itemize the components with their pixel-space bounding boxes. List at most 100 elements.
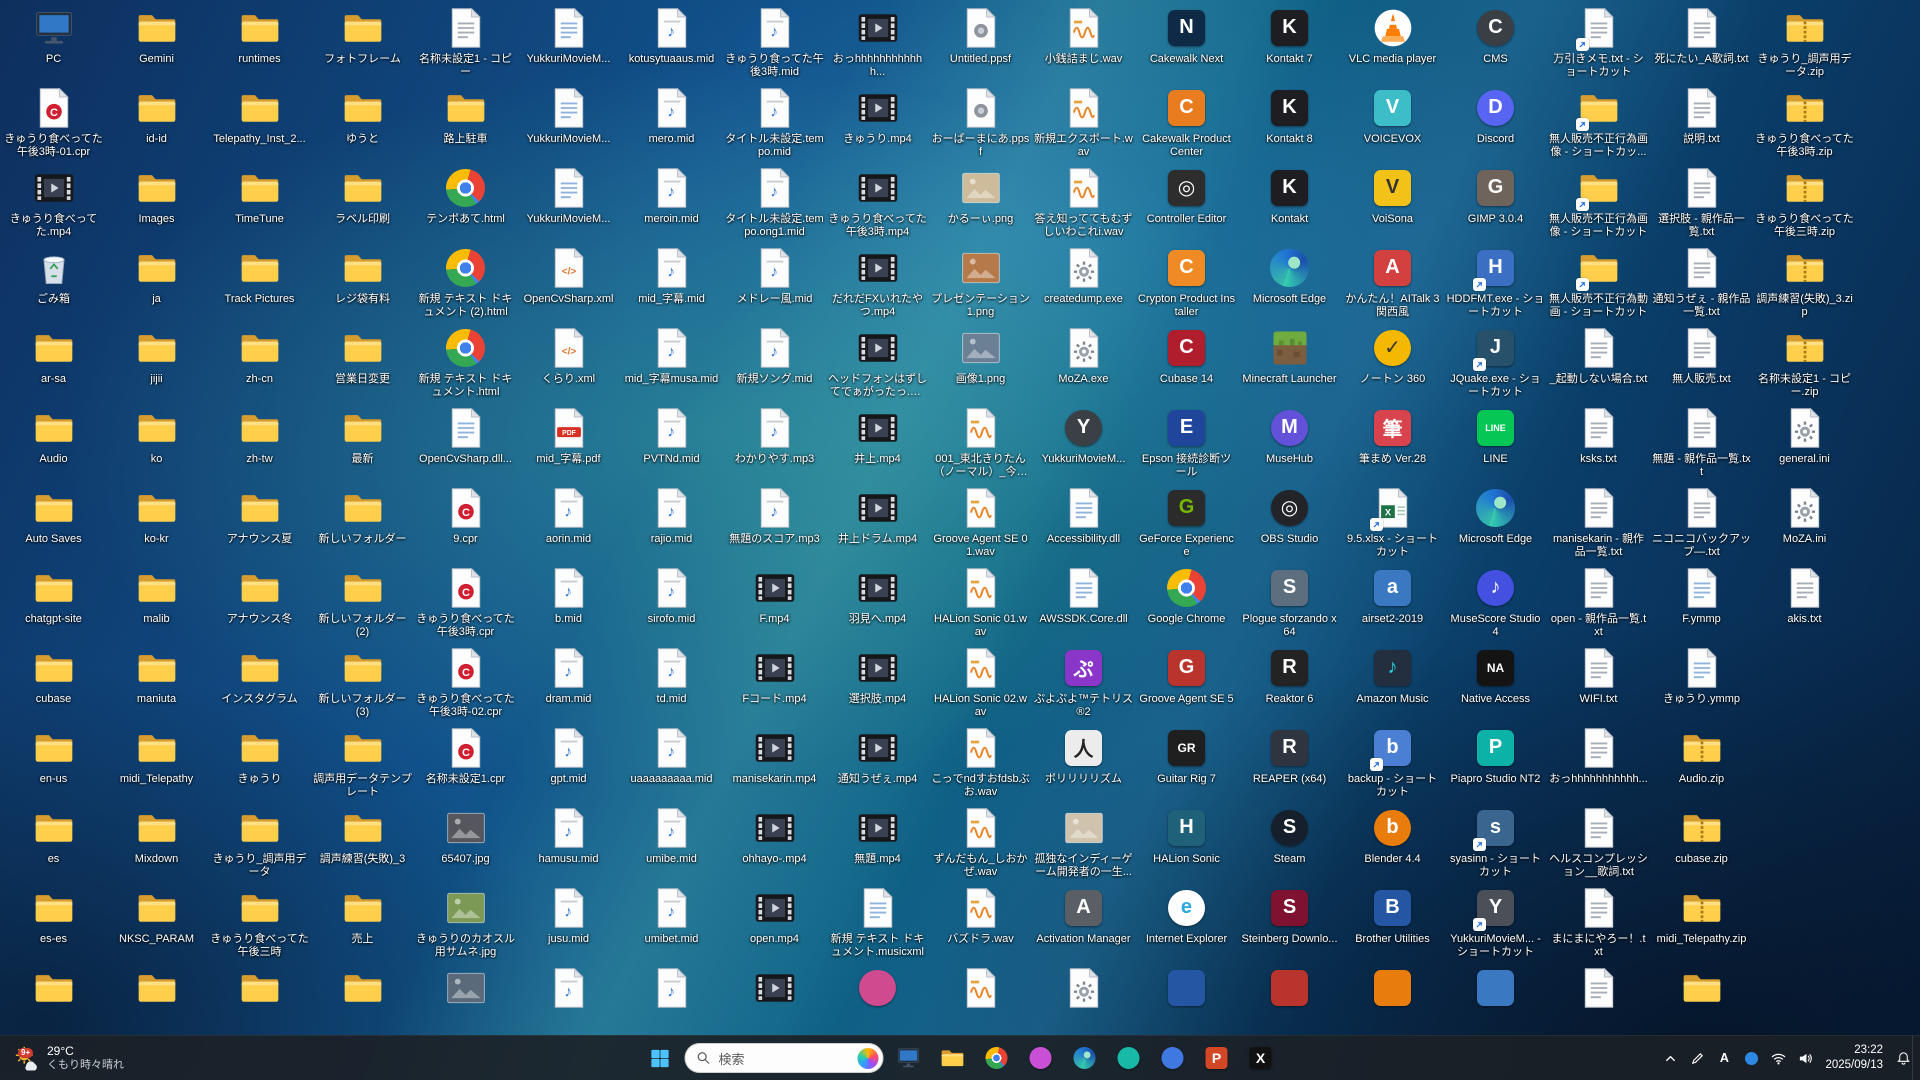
desktop-icon[interactable]: C きゅうり食べってた午後3時-02.cpr (414, 644, 517, 724)
desktop-icon[interactable] (826, 964, 929, 1041)
desktop-icon[interactable]: 路上駐車 (414, 84, 517, 164)
desktop-icon[interactable]: b Blender 4.4 (1341, 804, 1444, 884)
desktop-icon[interactable]: 名称未設定1 - コピー.zip (1753, 324, 1856, 404)
desktop-icon[interactable] (2, 964, 105, 1041)
desktop-icon[interactable]: ♪ 無題のスコア.mp3 (723, 484, 826, 564)
desktop-icon[interactable]: zh-tw (208, 404, 311, 484)
taskbar-app-x-app[interactable]: X (1242, 1039, 1280, 1077)
desktop-icon[interactable]: ♪ タイトル未設定.tempo.mid (723, 84, 826, 164)
desktop-icon[interactable]: きゅうり_調声用データ.zip (1753, 4, 1856, 84)
desktop-icon[interactable]: Google Chrome (1135, 564, 1238, 644)
desktop-icon[interactable]: AWSSDK.Core.dll (1032, 564, 1135, 644)
desktop-icon[interactable]: X 9.5.xlsx - ショートカット (1341, 484, 1444, 564)
desktop-icon[interactable]: Microsoft Edge (1444, 484, 1547, 564)
desktop-icon[interactable] (1238, 964, 1341, 1041)
show-desktop-button[interactable] (1912, 1036, 1916, 1080)
desktop-icon[interactable]: 通知うぜぇ - 親作品一覧.txt (1650, 244, 1753, 324)
desktop-icon[interactable]: ◎ Controller Editor (1135, 164, 1238, 244)
desktop-icon[interactable]: ずんだもん_しおかぜ.wav (929, 804, 1032, 884)
desktop-icon[interactable]: 新規エクスポート.wav (1032, 84, 1135, 164)
taskbar-app-pink-app[interactable] (1022, 1039, 1060, 1077)
desktop-icon[interactable]: MoZA.ini (1753, 484, 1856, 564)
desktop-icon[interactable]: s syasinn - ショートカット (1444, 804, 1547, 884)
desktop-icon[interactable]: PC (2, 4, 105, 84)
desktop-icon[interactable]: ohhayo-.mp4 (723, 804, 826, 884)
desktop-icon[interactable]: 万引きメモ.txt - ショートカット (1547, 4, 1650, 84)
desktop-icon[interactable]: ♪ Amazon Music (1341, 644, 1444, 724)
desktop-icon[interactable]: ♪ PVTNd.mid (620, 404, 723, 484)
desktop-icon[interactable]: インスタグラム (208, 644, 311, 724)
desktop-icon[interactable]: malib (105, 564, 208, 644)
desktop-icon[interactable]: 調声用データテンプレート (311, 724, 414, 804)
desktop-icon[interactable]: NKSC_PARAM (105, 884, 208, 964)
desktop-icon[interactable]: ♪ メドレー風.mid (723, 244, 826, 324)
desktop-icon[interactable]: akis.txt (1753, 564, 1856, 644)
desktop-icon[interactable]: ♪ umibe.mid (620, 804, 723, 884)
desktop-icon[interactable]: YukkuriMovieM... (517, 4, 620, 84)
desktop-icon[interactable]: 新しいフォルダー (2) (311, 564, 414, 644)
desktop-icon[interactable]: id-id (105, 84, 208, 164)
search-box[interactable]: 検索 (684, 1043, 884, 1073)
desktop-icon[interactable]: 新規 テキスト ドキュメント (2).html (414, 244, 517, 324)
desktop-icon[interactable]: ♪ mero.mid (620, 84, 723, 164)
desktop-icon[interactable]: manisekarin.mp4 (723, 724, 826, 804)
start-button[interactable] (641, 1039, 679, 1077)
desktop-icon[interactable]: NA Native Access (1444, 644, 1547, 724)
desktop-icon[interactable]: ◎ OBS Studio (1238, 484, 1341, 564)
desktop-icon[interactable]: es (2, 804, 105, 884)
desktop-icon[interactable]: Untitled.ppsf (929, 4, 1032, 84)
desktop-icon[interactable]: こっでndすおfdsbぶお.wav (929, 724, 1032, 804)
desktop-icon[interactable]: きゅうり_調声用データ (208, 804, 311, 884)
desktop-icon[interactable]: きゅうり食べってた午後3時.zip (1753, 84, 1856, 164)
desktop-icon[interactable]: midi_Telepathy (105, 724, 208, 804)
desktop-icon[interactable]: open.mp4 (723, 884, 826, 964)
desktop-icon[interactable]: createdump.exe (1032, 244, 1135, 324)
desktop-icon[interactable]: ♪ dram.mid (517, 644, 620, 724)
desktop-icon[interactable]: まにまにやろー！.txt (1547, 884, 1650, 964)
desktop-icon[interactable]: アナウンス冬 (208, 564, 311, 644)
taskbar-app-blue-app[interactable] (1154, 1039, 1192, 1077)
desktop-icon[interactable]: 死にたい_A歌詞.txt (1650, 4, 1753, 84)
desktop-icon[interactable]: K Kontakt 8 (1238, 84, 1341, 164)
messenger-icon[interactable] (1738, 1041, 1764, 1075)
desktop-icon[interactable]: V VoiSona (1341, 164, 1444, 244)
desktop-icon[interactable]: 調声練習(失敗)_3 (311, 804, 414, 884)
desktop-icon[interactable]: ♪ mid_字幕musa.mid (620, 324, 723, 404)
desktop-icon[interactable]: P Piapro Studio NT2 (1444, 724, 1547, 804)
desktop-icon[interactable]: HALion Sonic 01.wav (929, 564, 1032, 644)
desktop-icon[interactable]: 営業日変更 (311, 324, 414, 404)
desktop-icon[interactable]: Y YukkuriMovieM... - ショートカット (1444, 884, 1547, 964)
desktop-icon[interactable]: VLC media player (1341, 4, 1444, 84)
desktop-icon[interactable]: Gemini (105, 4, 208, 84)
desktop-icon[interactable]: es-es (2, 884, 105, 964)
desktop-icon[interactable]: ko (105, 404, 208, 484)
desktop-icon[interactable]: 孤独なインディーゲーム開発者の一生... (1032, 804, 1135, 884)
desktop-icon[interactable]: 新規 テキスト ドキュメント.html (414, 324, 517, 404)
desktop-icon[interactable]: 無人販売不正行為画像 - ショートカット (1547, 164, 1650, 244)
desktop-icon[interactable]: 無人販売不正行為動画 - ショートカット (1547, 244, 1650, 324)
taskbar-app-pinned-pc[interactable] (890, 1039, 928, 1077)
desktop-icon[interactable]: 無題.mp4 (826, 804, 929, 884)
desktop-icon[interactable]: C Cakewalk Product Center (1135, 84, 1238, 164)
desktop-icon[interactable]: 新しいフォルダー (311, 484, 414, 564)
desktop-icon[interactable] (929, 964, 1032, 1041)
desktop-icon[interactable]: ♪ umibet.mid (620, 884, 723, 964)
desktop-icon[interactable]: b backup - ショートカット (1341, 724, 1444, 804)
desktop-icon[interactable]: E Epson 接続診断ツール (1135, 404, 1238, 484)
desktop-icon[interactable]: 筆筆まめ Ver.28 (1341, 404, 1444, 484)
taskbar-app-file-explorer[interactable] (934, 1039, 972, 1077)
desktop-icon[interactable]: 新規 テキスト ドキュメント.musicxml (826, 884, 929, 964)
desktop-icon[interactable]: S Steam (1238, 804, 1341, 884)
desktop-icon[interactable]: _起動しない場合.txt (1547, 324, 1650, 404)
desktop-icon[interactable]: ♪ (620, 964, 723, 1041)
desktop-icon[interactable]: Audio (2, 404, 105, 484)
desktop-icon[interactable]: MoZA.exe (1032, 324, 1135, 404)
taskbar-app-edge[interactable] (1066, 1039, 1104, 1077)
desktop-icon[interactable]: きゅうり食べってた午後3時.mp4 (826, 164, 929, 244)
desktop-icon[interactable] (311, 964, 414, 1041)
desktop-icon[interactable]: A かんたん！AITalk 3 関西風 (1341, 244, 1444, 324)
desktop-icon[interactable]: きゅうり.mp4 (826, 84, 929, 164)
desktop-icon[interactable]: 売上 (311, 884, 414, 964)
desktop-icon[interactable]: midi_Telepathy.zip (1650, 884, 1753, 964)
desktop-icon[interactable]: S Plogue sforzando x64 (1238, 564, 1341, 644)
